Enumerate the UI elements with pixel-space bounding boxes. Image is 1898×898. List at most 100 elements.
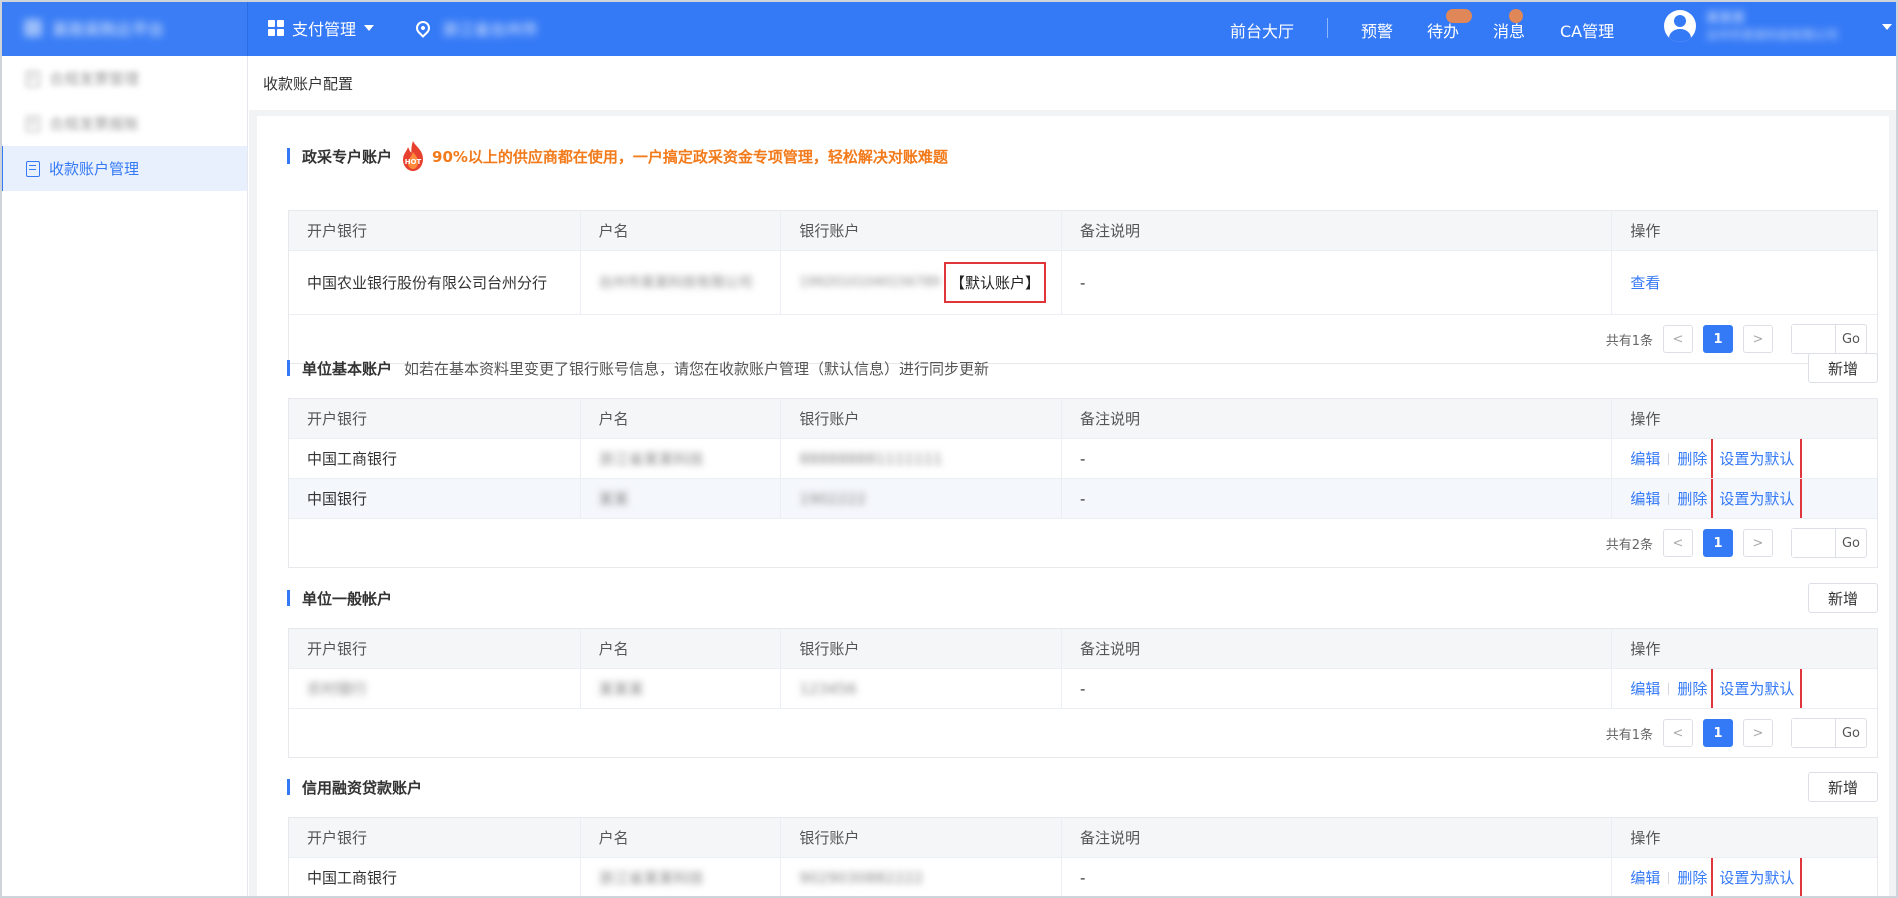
- cell-account-value: 888888881111111: [799, 449, 943, 468]
- column-header-ops: 操作: [1630, 222, 1661, 240]
- set-default-button[interactable]: 设置为默认: [1711, 479, 1803, 518]
- cell-remark: -: [1062, 479, 1613, 518]
- general-account-table: 开户银行 户名 银行账户 备注说明 操作 农村银行 某某某 123456 - 编…: [288, 628, 1878, 758]
- brand-logo[interactable]: 某政采购云平台: [0, 0, 248, 56]
- section-title-text: 政采专户账户: [302, 147, 393, 166]
- page-jump: Go: [1791, 324, 1867, 354]
- hot-flame-icon: HOT: [403, 141, 424, 171]
- delete-button[interactable]: 删除: [1677, 448, 1707, 469]
- page-number-button[interactable]: 1: [1703, 325, 1733, 353]
- cell-account: 888888881111111: [781, 439, 1063, 478]
- section-title-text: 单位基本账户: [302, 359, 393, 378]
- column-header-account: 银行账户: [781, 211, 1063, 250]
- prev-page-button[interactable]: <: [1663, 529, 1693, 557]
- go-button[interactable]: Go: [1836, 325, 1866, 353]
- document-icon: [26, 115, 40, 132]
- payment-management-menu[interactable]: 支付管理: [268, 0, 375, 56]
- ca-management-link[interactable]: CA管理: [1560, 18, 1614, 42]
- cell-name-value: 某某: [598, 490, 629, 508]
- next-page-button[interactable]: >: [1743, 719, 1773, 747]
- cell-remark: -: [1062, 251, 1613, 314]
- page-jump-input[interactable]: [1792, 325, 1836, 353]
- add-credit-account-button[interactable]: 新增: [1808, 772, 1878, 802]
- edit-button[interactable]: 编辑: [1630, 488, 1660, 509]
- basic-account-table: 开户银行 户名 银行账户 备注说明 操作 中国工商银行 浙江省某某科技 8888…: [288, 398, 1878, 568]
- cell-name: 浙江省某某科技: [581, 439, 782, 478]
- user-info[interactable]: 某某某 台州市某某科技有限公司: [1706, 10, 1838, 44]
- set-default-button[interactable]: 设置为默认: [1711, 858, 1803, 897]
- table-header-row: 开户银行 户名 银行账户 备注说明 操作: [289, 399, 1877, 439]
- delete-button[interactable]: 删除: [1677, 867, 1707, 888]
- cell-name-value: 浙江省某某科技: [598, 869, 704, 887]
- cell-account: 9029030882222: [781, 858, 1063, 897]
- nav-divider: [1327, 18, 1328, 38]
- table-row: 中国工商银行 浙江省某某科技 888888881111111 - 编辑 删除 设…: [289, 439, 1877, 479]
- front-hall-link[interactable]: 前台大厅: [1230, 18, 1294, 42]
- cell-name: 某某: [581, 479, 782, 518]
- top-navigation-bar: 某政采购云平台 支付管理 浙江省台州市 前台大厅 预警 待办 消息 CA管理 某…: [0, 0, 1898, 56]
- cell-bank: 中国工商银行: [289, 439, 581, 478]
- cell-account-value: 1902222: [799, 489, 867, 508]
- column-header-remark: 备注说明: [1062, 629, 1613, 668]
- location-selector[interactable]: 浙江省台州市: [413, 0, 538, 56]
- table-row: 中国农业银行股份有限公司台州分行 台州市某某科技有限公司 19920101040…: [289, 251, 1877, 315]
- cell-bank: 农村银行: [289, 669, 581, 708]
- table-row: 农村银行 某某某 123456 - 编辑 删除 设置为默认: [289, 669, 1877, 709]
- user-avatar-icon[interactable]: [1664, 10, 1696, 42]
- next-page-button[interactable]: >: [1743, 529, 1773, 557]
- sidebar-item-label: 合规发票报账: [49, 115, 140, 133]
- pagination-total: 共有1条: [1605, 727, 1653, 743]
- ops-divider: [1668, 492, 1670, 505]
- cell-account: 1902222: [781, 479, 1063, 518]
- cell-account: 123456: [781, 669, 1063, 708]
- delete-button[interactable]: 删除: [1677, 678, 1707, 699]
- set-default-button[interactable]: 设置为默认: [1711, 439, 1803, 478]
- column-header-remark: 备注说明: [1062, 818, 1613, 857]
- view-button[interactable]: 查看: [1630, 272, 1660, 293]
- next-page-button[interactable]: >: [1743, 325, 1773, 353]
- warning-link[interactable]: 预警: [1361, 18, 1393, 42]
- cell-bank: 中国银行: [289, 479, 581, 518]
- page-title: 收款账户配置: [263, 74, 354, 93]
- delete-button[interactable]: 删除: [1677, 488, 1707, 509]
- prev-page-button[interactable]: <: [1663, 719, 1693, 747]
- table-header-row: 开户银行 户名 银行账户 备注说明 操作: [289, 818, 1877, 858]
- set-default-button[interactable]: 设置为默认: [1711, 669, 1803, 708]
- go-button[interactable]: Go: [1836, 529, 1866, 557]
- sidebar-item-receiving-accounts[interactable]: 收款账户管理: [0, 146, 247, 191]
- page-jump: Go: [1791, 718, 1867, 748]
- go-button[interactable]: Go: [1836, 719, 1866, 747]
- column-header-bank: 开户银行: [289, 818, 581, 857]
- pagination: 共有1条 < 1 > Go: [289, 709, 1877, 757]
- page-number-button[interactable]: 1: [1703, 529, 1733, 557]
- add-basic-account-button[interactable]: 新增: [1808, 353, 1878, 383]
- section-title-text: 单位一般帐户: [302, 589, 393, 608]
- sidebar-item-invoice-report[interactable]: 合规发票报账: [0, 101, 247, 146]
- document-icon: [26, 70, 40, 87]
- prev-page-button[interactable]: <: [1663, 325, 1693, 353]
- sidebar-item-invoice-manage[interactable]: 合规发票管理: [0, 56, 247, 101]
- cell-account-value: 19920101040156789: [799, 275, 940, 290]
- column-header-ops: 操作: [1630, 640, 1661, 658]
- edit-button[interactable]: 编辑: [1630, 678, 1660, 699]
- column-header-account: 银行账户: [781, 629, 1063, 668]
- section-hint-text: 如若在基本资料里变更了银行账号信息，请您在收款账户管理（默认信息）进行同步更新: [404, 359, 990, 378]
- edit-button[interactable]: 编辑: [1630, 448, 1660, 469]
- page-number-button[interactable]: 1: [1703, 719, 1733, 747]
- special-account-table: 开户银行 户名 银行账户 备注说明 操作 中国农业银行股份有限公司台州分行 台州…: [288, 210, 1878, 364]
- apps-grid-icon: [268, 20, 284, 36]
- user-menu-chevron-down-icon[interactable]: [1882, 24, 1892, 30]
- page-jump-input[interactable]: [1792, 529, 1836, 557]
- cell-bank-value: 农村银行: [307, 680, 368, 698]
- page-jump-input[interactable]: [1792, 719, 1836, 747]
- edit-button[interactable]: 编辑: [1630, 867, 1660, 888]
- column-header-ops: 操作: [1630, 410, 1661, 428]
- promo-text: 90%以上的供应商都在使用，一户搞定政采资金专项管理，轻松解决对账难题: [432, 147, 948, 166]
- cell-account-value: 123456: [799, 679, 857, 698]
- cell-remark: -: [1062, 439, 1613, 478]
- page-jump: Go: [1791, 528, 1867, 558]
- add-general-account-button[interactable]: 新增: [1808, 583, 1878, 613]
- pagination-total: 共有1条: [1605, 333, 1653, 349]
- hot-label: HOT: [405, 158, 422, 166]
- column-header-remark: 备注说明: [1062, 399, 1613, 438]
